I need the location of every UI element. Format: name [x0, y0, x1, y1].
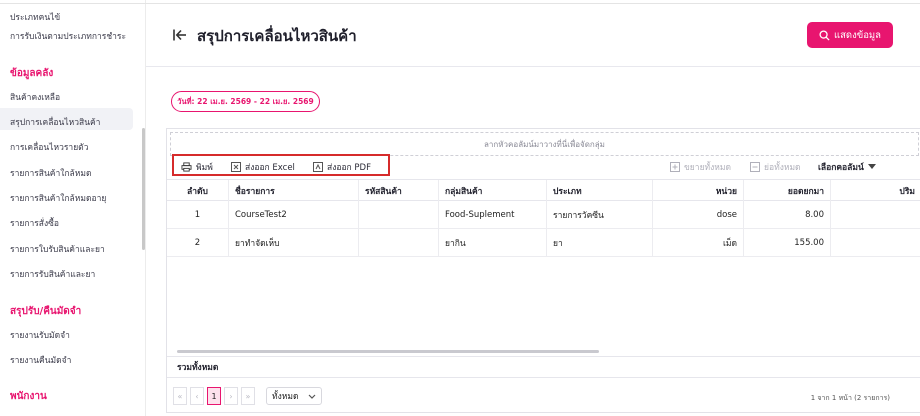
sidebar-item-low-stock[interactable]: รายการสินค้าใกล้หมด: [10, 166, 92, 180]
col-header-name[interactable]: ชื่อรายการ: [229, 180, 359, 202]
col-header-type[interactable]: ประเภท: [547, 180, 653, 202]
table-header: ลำดับ ชื่อรายการ รหัสสินค้า กลุ่มสินค้า …: [167, 179, 920, 202]
cell-unit: เม็ด: [653, 229, 744, 257]
last-page-button[interactable]: »: [241, 387, 255, 405]
sidebar-item-receipts[interactable]: รายการใบรับสินค้าและยา: [10, 242, 105, 256]
sidebar-item-patient-type[interactable]: ประเภทคนไข้: [10, 10, 60, 24]
print-label: พิมพ์: [196, 163, 213, 173]
sidebar-scrollbar[interactable]: [142, 128, 145, 250]
collapse-icon: [750, 162, 760, 172]
chevron-down-icon: [308, 394, 316, 399]
cell-name: CourseTest2: [229, 201, 359, 229]
sidebar-item-deposit-received[interactable]: รายงานรับมัดจำ: [10, 328, 70, 342]
sidebar-item-goods-received[interactable]: รายการรับสินค้าและยา: [10, 267, 95, 281]
first-page-button[interactable]: «: [173, 387, 187, 405]
page-size-select[interactable]: ทั้งหมด: [266, 387, 322, 405]
col-header-carried[interactable]: ยอดยกมา: [744, 180, 831, 202]
sidebar-item-stock-balance[interactable]: สินค้าคงเหลือ: [10, 90, 60, 104]
cell-no: 1: [167, 201, 229, 229]
sidebar-section-staff: พนักงาน: [10, 391, 47, 402]
col-header-no[interactable]: ลำดับ: [167, 180, 229, 202]
sidebar-item-deposit-returned[interactable]: รายงานคืนมัดจำ: [10, 353, 71, 367]
cell-unit: dose: [653, 201, 744, 229]
cell-type: รายการวัคซีน: [547, 201, 653, 229]
cell-code: [359, 229, 439, 257]
sidebar-item-near-expiry[interactable]: รายการสินค้าใกล้หมดอายุ: [10, 191, 106, 205]
col-header-quantity[interactable]: ปริม: [831, 180, 920, 202]
cell-quantity: [831, 229, 920, 257]
top-border: [0, 3, 920, 4]
show-data-button[interactable]: แสดงข้อมูล: [807, 22, 893, 48]
expand-all-label: ขยายทั้งหมด: [684, 163, 732, 173]
next-page-button[interactable]: ›: [224, 387, 238, 405]
header-divider: [146, 66, 920, 67]
cell-code: [359, 201, 439, 229]
col-header-code[interactable]: รหัสสินค้า: [359, 180, 439, 202]
sidebar-section-inventory: ข้อมูลคลัง: [10, 68, 54, 79]
pdf-icon: [313, 162, 323, 172]
caret-down-icon: [867, 164, 876, 170]
printer-icon: [181, 162, 192, 172]
col-header-group[interactable]: กลุ่มสินค้า: [439, 180, 547, 202]
cell-group: ยากิน: [439, 229, 547, 257]
page-number-button[interactable]: 1: [207, 387, 221, 405]
sidebar: ประเภทคนไข้ การรับเงินตามประเภทการชำระ ข…: [0, 0, 146, 416]
show-data-label: แสดงข้อมูล: [833, 29, 881, 41]
page-title: สรุปการเคลื่อนไหวสินค้า: [197, 27, 357, 45]
expand-icon: [670, 162, 680, 172]
search-icon: [819, 29, 830, 41]
collapse-all-label: ย่อทั้งหมด: [764, 163, 801, 173]
sidebar-section-deposit: สรุปรับ/คืนมัดจำ: [10, 306, 82, 317]
sidebar-item-purchase-orders[interactable]: รายการสั่งซื้อ: [10, 216, 59, 230]
print-button[interactable]: พิมพ์: [181, 160, 213, 174]
export-excel-label: ส่งออก Excel: [245, 163, 295, 173]
data-grid: ลากหัวคอลัมน์มาวางที่นี่เพื่อจัดกลุ่ม พิ…: [166, 128, 920, 413]
cell-name: ยาทำจัดเห็บ: [229, 229, 359, 257]
summary-row: รวมทั้งหมด: [167, 356, 920, 378]
column-chooser-button[interactable]: เลือกคอลัมน์: [818, 160, 876, 174]
collapse-all-button[interactable]: ย่อทั้งหมด: [750, 160, 801, 174]
cell-no: 2: [167, 229, 229, 257]
cell-quantity: [831, 201, 920, 229]
sidebar-item-payment-by-type[interactable]: การรับเงินตามประเภทการชำระ: [10, 29, 126, 43]
date-range-badge: วันที่: 22 เม.ย. 2569 - 22 เม.ย. 2569: [171, 91, 320, 112]
export-pdf-label: ส่งออก PDF: [327, 163, 371, 173]
table-row[interactable]: 1 CourseTest2 Food-Suplement รายการวัคซี…: [167, 201, 920, 229]
cell-carried: 8.00: [744, 201, 831, 229]
sidebar-item-item-movement[interactable]: การเคลื่อนไหวรายตัว: [10, 140, 88, 154]
horizontal-scrollbar[interactable]: [177, 350, 599, 353]
pager-info: 1 จาก 1 หน้า (2 รายการ): [810, 394, 890, 402]
cell-group: Food-Suplement: [439, 201, 547, 229]
col-header-unit[interactable]: หน่วย: [653, 180, 744, 202]
cell-carried: 155.00: [744, 229, 831, 257]
cell-type: ยา: [547, 229, 653, 257]
pager: « ‹ 1 › » ทั้งหมด: [173, 387, 322, 405]
group-panel[interactable]: ลากหัวคอลัมน์มาวางที่นี่เพื่อจัดกลุ่ม: [170, 132, 919, 156]
excel-icon: [231, 162, 241, 172]
export-pdf-button[interactable]: ส่งออก PDF: [313, 160, 371, 174]
page-size-value: ทั้งหมด: [272, 392, 299, 402]
sidebar-item-movement-summary[interactable]: สรุปการเคลื่อนไหวสินค้า: [10, 115, 100, 129]
export-excel-button[interactable]: ส่งออก Excel: [231, 160, 295, 174]
column-chooser-label: เลือกคอลัมน์: [818, 163, 864, 173]
prev-page-button[interactable]: ‹: [190, 387, 204, 405]
collapse-sidebar-icon[interactable]: [172, 27, 188, 43]
table-row[interactable]: 2 ยาทำจัดเห็บ ยากิน ยา เม็ด 155.00: [167, 229, 920, 257]
expand-all-button[interactable]: ขยายทั้งหมด: [670, 160, 731, 174]
